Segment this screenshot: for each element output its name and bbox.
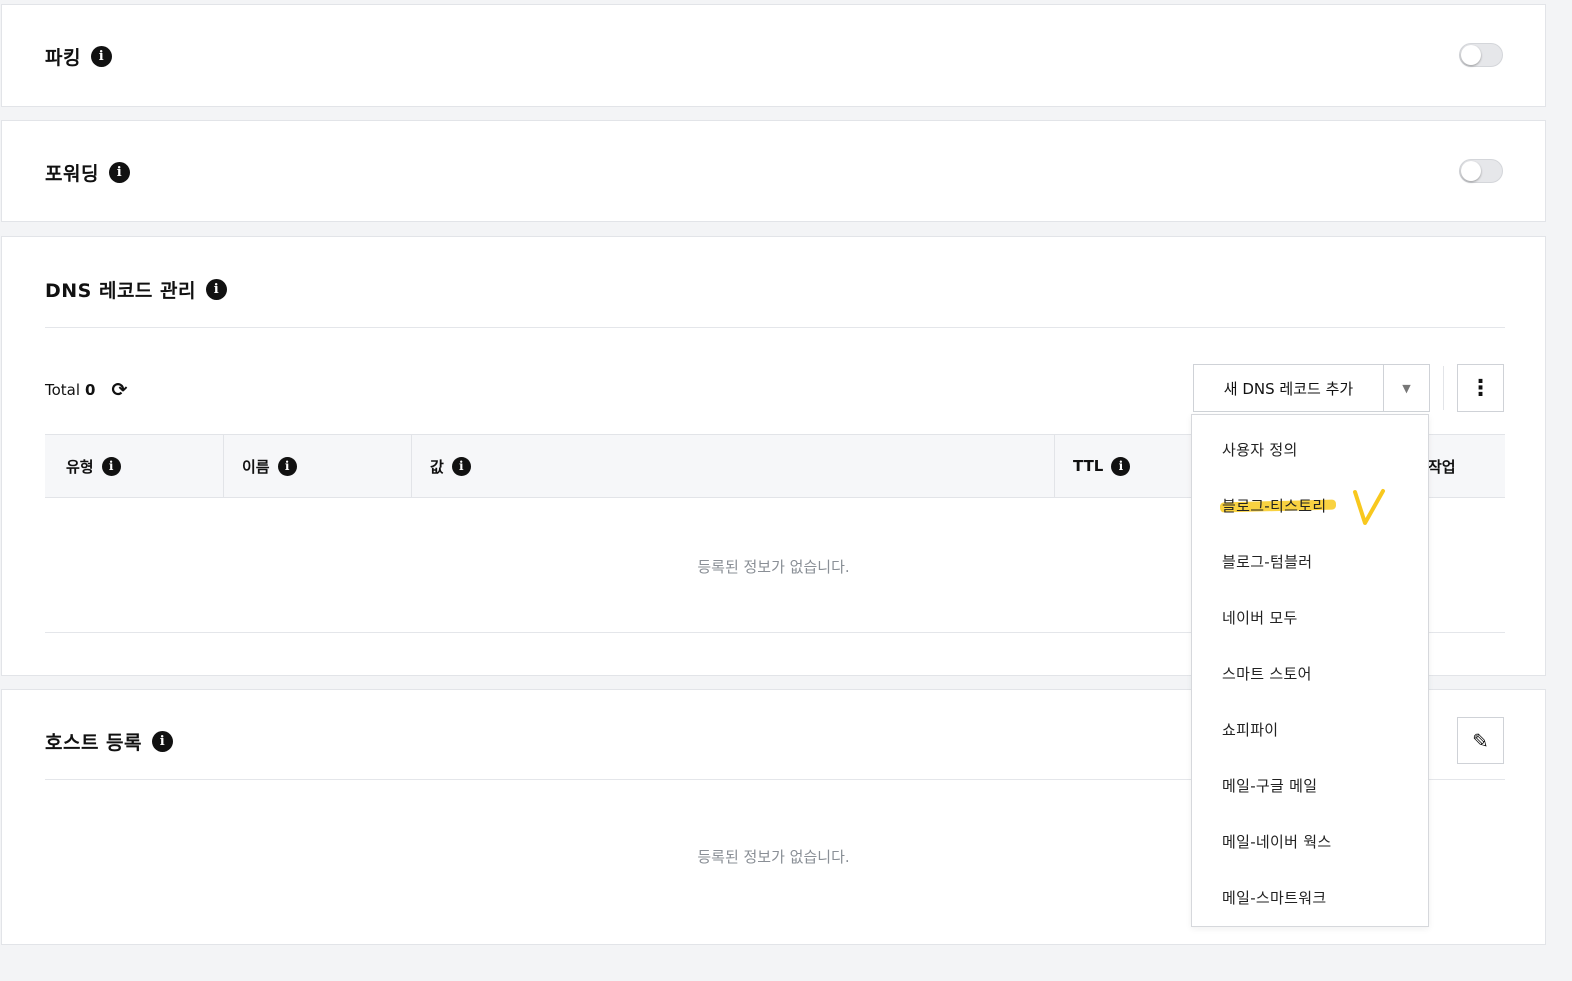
column-value: 값 i [411, 435, 471, 497]
info-icon[interactable]: i [1111, 456, 1131, 476]
total-count: Total 0 ⟳ [45, 379, 127, 401]
parking-title: 파킹 [45, 47, 81, 69]
menu-item-naver-modu[interactable]: 네이버 모두 [1222, 607, 1298, 628]
column-ttl: TTL i [1054, 435, 1131, 497]
column-label: TTL [1073, 457, 1104, 475]
parking-toggle[interactable] [1459, 43, 1503, 67]
kebab-menu-icon[interactable]: ⋮ [1457, 364, 1504, 412]
info-icon[interactable]: i [101, 456, 121, 476]
total-value: 0 [85, 381, 96, 399]
column-label: 유형 [66, 457, 94, 476]
edit-button[interactable]: ✎ [1457, 717, 1504, 764]
menu-item-google-mail[interactable]: 메일-구글 메일 [1222, 775, 1317, 796]
menu-item-custom[interactable]: 사용자 정의 [1222, 439, 1298, 460]
host-header: 호스트 등록 i [45, 728, 174, 755]
column-type: 유형 i [66, 435, 121, 497]
menu-item-smartwork[interactable]: 메일-스마트워크 [1222, 887, 1326, 908]
divider [45, 327, 1505, 328]
caret-down-icon[interactable]: ▼ [1384, 365, 1429, 411]
parking-card: 파킹 i [1, 4, 1546, 107]
parking-header: 파킹 i [45, 43, 112, 70]
dns-header: DNS 레코드 관리 i [45, 276, 227, 303]
divider [1443, 366, 1444, 410]
forwarding-toggle[interactable] [1459, 159, 1503, 183]
menu-item-smart-store[interactable]: 스마트 스토어 [1222, 663, 1312, 684]
forwarding-header: 포워딩 i [45, 159, 130, 186]
info-icon[interactable]: i [152, 731, 174, 752]
info-icon[interactable]: i [108, 162, 130, 183]
pencil-icon: ✎ [1472, 728, 1489, 753]
column-label: 이름 [242, 457, 270, 476]
menu-item-blog-tistory[interactable]: 블로그-티스토리 [1222, 495, 1326, 516]
info-icon[interactable]: i [206, 279, 227, 300]
column-name: 이름 i [223, 435, 297, 497]
info-icon[interactable]: i [277, 456, 297, 476]
refresh-icon[interactable]: ⟳ [111, 379, 127, 401]
menu-item-blog-tumblr[interactable]: 블로그-텀블러 [1222, 551, 1312, 572]
dns-title: DNS 레코드 관리 [45, 280, 196, 302]
column-label: 값 [430, 457, 444, 476]
menu-item-naver-works[interactable]: 메일-네이버 웍스 [1222, 831, 1331, 852]
toggle-knob [1461, 45, 1481, 65]
add-dns-record-label[interactable]: 새 DNS 레코드 추가 [1194, 365, 1384, 411]
menu-item-shopify[interactable]: 쇼피파이 [1222, 719, 1278, 740]
total-label: Total [45, 381, 81, 399]
dns-template-dropdown: 사용자 정의 블로그-티스토리 블로그-텀블러 네이버 모두 스마트 스토어 쇼… [1191, 414, 1429, 927]
toggle-knob [1461, 161, 1481, 181]
add-dns-record-button[interactable]: 새 DNS 레코드 추가 ▼ [1193, 364, 1430, 412]
forwarding-card: 포워딩 i [1, 120, 1546, 222]
info-icon[interactable]: i [451, 456, 471, 476]
column-actions: 작업 [1428, 435, 1456, 497]
forwarding-title: 포워딩 [45, 163, 99, 185]
host-title: 호스트 등록 [45, 732, 143, 754]
column-label: 작업 [1428, 457, 1456, 476]
info-icon[interactable]: i [90, 46, 112, 67]
checkmark-annotation [1353, 489, 1385, 525]
